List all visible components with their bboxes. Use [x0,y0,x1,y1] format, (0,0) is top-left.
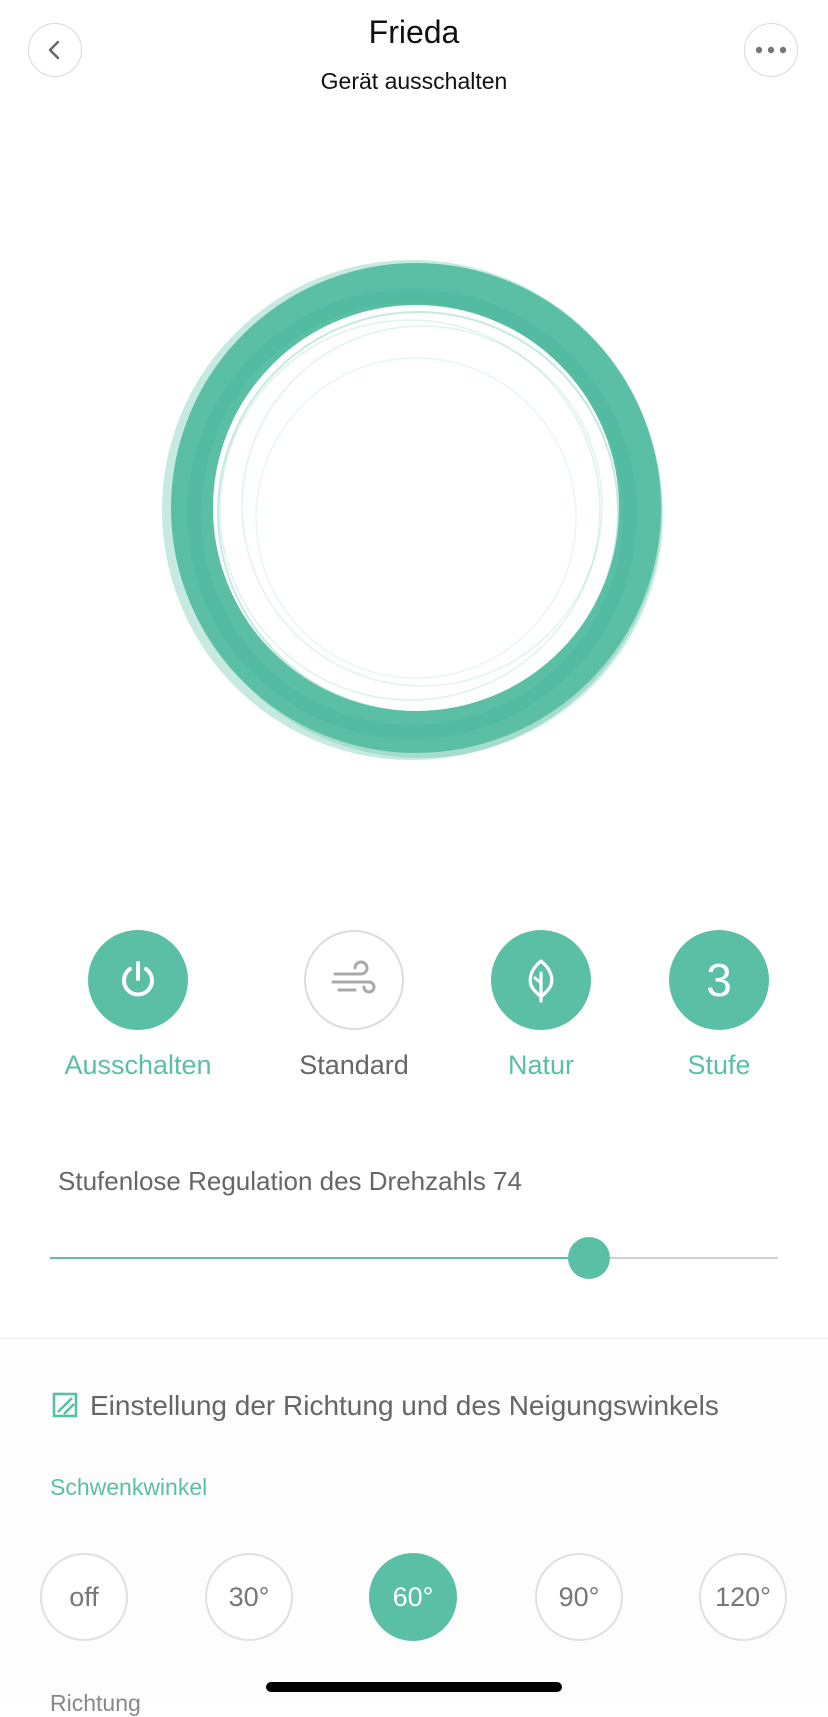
angle-60-button[interactable]: 60° [369,1553,457,1641]
fan-ring-visual [150,250,680,780]
device-power-status: Gerät ausschalten [320,68,508,94]
home-indicator[interactable] [266,1682,562,1692]
mode-label-standard: Standard [299,1050,409,1080]
direction-label: Richtung [50,1690,141,1716]
power-icon [122,961,154,997]
angle-off-button[interactable]: off [40,1553,128,1641]
more-horizontal-icon [755,46,787,54]
more-button[interactable] [744,23,798,77]
speed-regulation-label: Stufenlose Regulation des Drehzahls 74 [58,1166,522,1196]
angle-30-button[interactable]: 30° [205,1553,293,1641]
speed-slider-thumb[interactable] [567,1237,610,1279]
standard-mode-button[interactable] [304,930,404,1030]
mode-label-ausschalten: Ausschalten [64,1050,212,1080]
mode-label-natur: Natur [507,1050,575,1080]
page-title: Frieda [368,14,460,50]
angle-90-button[interactable]: 90° [535,1553,623,1641]
power-off-button[interactable] [88,930,188,1030]
header: Frieda Gerät ausschalten [0,0,828,110]
mode-label-stufe: Stufe [687,1050,751,1080]
speed-slider[interactable] [50,1237,778,1279]
speed-level-value: 3 [706,954,732,1006]
speed-slider-fill [50,1257,589,1259]
swing-angle-label: Schwenkwinkel [50,1474,208,1500]
direction-settings-title: Einstellung der Richtung und des Neigung… [90,1390,719,1421]
speed-level-button[interactable]: 3 [669,930,769,1030]
angle-120-button[interactable]: 120° [699,1553,787,1641]
wind-icon [331,960,376,994]
direction-angle-icon [52,1392,78,1418]
leaf-icon [528,959,554,1003]
nature-mode-button[interactable] [491,930,591,1030]
